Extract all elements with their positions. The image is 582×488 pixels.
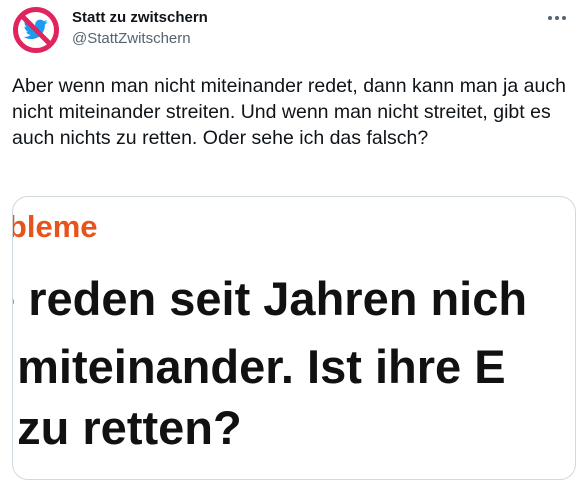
user-handle[interactable]: @StattZwitschern: [72, 30, 191, 47]
crossed-out-twitter-bird-icon: [12, 6, 60, 54]
tweet-text: Aber wenn man nicht miteinander redet, d…: [12, 75, 566, 149]
more-options-button[interactable]: [540, 6, 574, 30]
media-headline-line-2: ı miteinander. Ist ihre E: [12, 340, 506, 393]
media-headline-crop: obleme e reden seit Jahren nich ı mitein…: [13, 197, 575, 479]
tweet: Statt zu zwitschern @StattZwitschern Abe…: [0, 0, 582, 488]
avatar[interactable]: [12, 6, 60, 54]
media-headline-line-3: ı zu retten?: [12, 401, 242, 454]
display-name[interactable]: Statt zu zwitschern: [72, 9, 208, 26]
media-kicker: obleme: [13, 209, 98, 244]
tweet-media-image[interactable]: obleme e reden seit Jahren nich ı mitein…: [12, 196, 576, 480]
more-options-icon: [548, 16, 566, 20]
media-headline-line-1: e reden seit Jahren nich: [12, 272, 528, 325]
